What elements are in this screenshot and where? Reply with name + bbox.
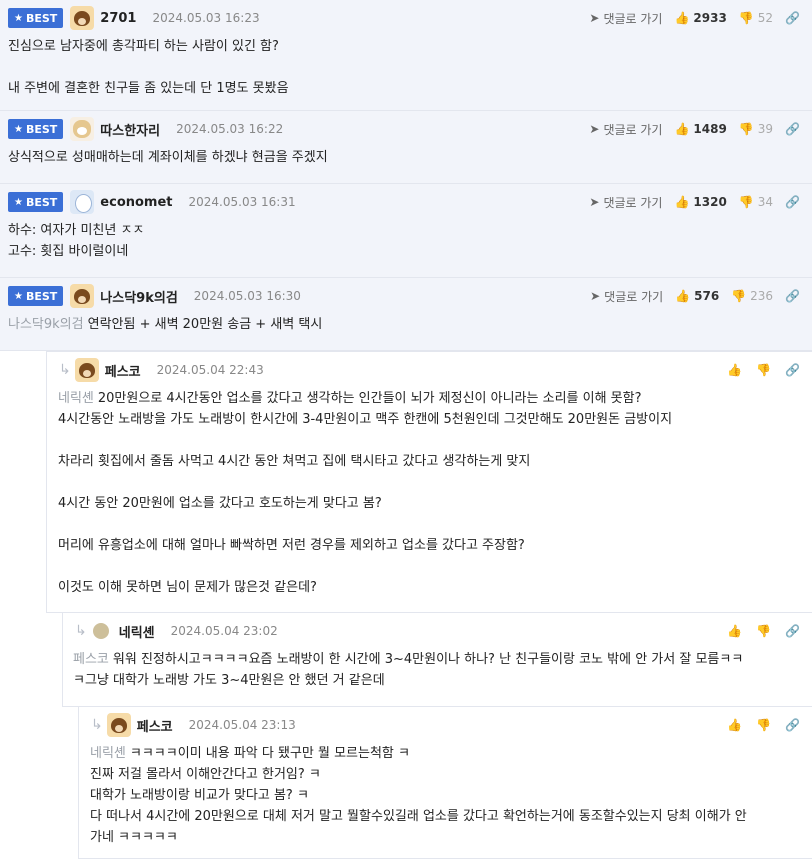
link-icon[interactable]: 🔗	[785, 289, 800, 303]
reply-comment: ↳ 네릭셴 2024.05.04 23:02 👍 👎 🔗 페스코 워워 진정하시고…	[62, 613, 812, 707]
best-comment: ★ BEST 따스한자리 2024.05.03 16:22 ➤ 댓글로 가기 👍 14…	[0, 111, 812, 184]
comment-date: 2024.05.04 23:02	[170, 624, 278, 638]
comment-body: 페스코 워워 진정하시고ㅋㅋㅋㅋ요즘 노래방이 한 시간에 3~4만원이나 하나?…	[73, 652, 744, 688]
link-icon[interactable]: 🔗	[785, 122, 800, 136]
go-to-reply-button[interactable]: ➤ 댓글로 가기	[590, 288, 663, 305]
comment-date: 2024.05.03 16:31	[188, 195, 296, 209]
comment-date: 2024.05.03 16:30	[193, 289, 301, 303]
best-badge: ★ BEST	[8, 8, 64, 28]
thumbs-down-icon[interactable]: 👎	[756, 624, 771, 638]
nickname[interactable]: 페스코	[105, 361, 141, 380]
thumbs-down-icon[interactable]: 👎	[756, 718, 771, 732]
comment-body: 하수: 여자가 미친년 ㅈㅈ 고수: 횟집 바이럴이네	[8, 223, 145, 259]
thumbs-down-icon[interactable]: 👎	[756, 363, 771, 377]
reply-arrow-icon: ↳	[91, 717, 103, 733]
comment-date: 2024.05.03 16:23	[152, 11, 260, 25]
star-icon: ★	[14, 196, 23, 208]
arrow-icon: ➤	[589, 195, 600, 209]
reply-comment: ↳ 페스코 2024.05.04 23:13 👍 👎 🔗 네릭셴 ㅋㅋㅋㅋ이미 내…	[78, 707, 812, 859]
thumbs-up-icon[interactable]: 👍	[727, 624, 742, 638]
downvote-count: 52	[757, 11, 774, 25]
avatar[interactable]	[70, 117, 95, 141]
best-comment: ★ BEST economet 2024.05.03 16:31 ➤ 댓글로 가기 …	[0, 184, 812, 278]
avatar[interactable]	[92, 623, 109, 639]
star-icon: ★	[14, 123, 23, 135]
mention[interactable]: 페스코	[73, 652, 109, 667]
downvote-count: 34	[757, 195, 774, 209]
thumbs-down-icon[interactable]: 👎	[739, 122, 754, 136]
downvote-count: 236	[750, 289, 774, 303]
mention[interactable]: 네릭셴	[58, 391, 94, 406]
arrow-icon: ➤	[590, 289, 601, 303]
comment-body: 나스닥9k의검 연락안됨 + 새벽 20만원 송금 + 새벽 택시	[8, 317, 323, 332]
comment-body: 진심으로 남자중에 총각파티 하는 사람이 있긴 함? 내 주변에 결혼한 친구…	[8, 39, 289, 96]
nickname[interactable]: 따스한자리	[100, 120, 160, 139]
nickname[interactable]: 나스닥9k의검	[100, 287, 178, 306]
reply-arrow-icon: ↳	[75, 623, 87, 639]
thumbs-up-icon[interactable]: 👍	[727, 363, 742, 377]
mention[interactable]: 네릭셴	[90, 746, 126, 761]
link-icon[interactable]: 🔗	[785, 195, 800, 209]
go-to-reply-button[interactable]: ➤ 댓글로 가기	[589, 121, 662, 138]
upvote-count: 1489	[693, 122, 727, 136]
thumbs-up-icon[interactable]: 👍	[675, 289, 690, 303]
best-comment: ★ BEST 나스닥9k의검 2024.05.03 16:30 ➤ 댓글로 가기 👍…	[0, 278, 812, 351]
avatar[interactable]	[70, 284, 95, 308]
avatar[interactable]	[106, 713, 131, 737]
star-icon: ★	[14, 12, 23, 24]
thumbs-up-icon[interactable]: 👍	[727, 718, 742, 732]
mention[interactable]: 나스닥9k의검	[8, 317, 84, 332]
nickname[interactable]: economet	[100, 195, 172, 210]
thumbs-up-icon[interactable]: 👍	[674, 11, 689, 25]
upvote-count: 1320	[693, 195, 727, 209]
avatar[interactable]	[70, 190, 95, 214]
link-icon[interactable]: 🔗	[785, 624, 800, 638]
comment-date: 2024.05.04 23:13	[188, 718, 296, 732]
link-icon[interactable]: 🔗	[785, 363, 800, 377]
thumbs-up-icon[interactable]: 👍	[674, 122, 689, 136]
upvote-count: 576	[694, 289, 720, 303]
reply-comment: ↳ 페스코 2024.05.04 22:43 👍 👎 🔗 네릭셴 20만원으로 4…	[46, 351, 812, 613]
comment-body: 네릭셴 20만원으로 4시간동안 업소를 갔다고 생각하는 인간들이 뇌가 제정신…	[58, 391, 673, 595]
upvote-count: 2933	[693, 11, 727, 25]
thumbs-up-icon[interactable]: 👍	[674, 195, 689, 209]
comment-date: 2024.05.03 16:22	[176, 122, 284, 136]
best-comment: ★ BEST 2701 2024.05.03 16:23 ➤ 댓글로 가기 👍 293…	[0, 0, 812, 111]
arrow-icon: ➤	[589, 122, 600, 136]
downvote-count: 39	[757, 122, 774, 136]
comment-date: 2024.05.04 22:43	[156, 363, 264, 377]
best-badge: ★ BEST	[8, 119, 64, 139]
star-icon: ★	[14, 290, 23, 302]
thumbs-down-icon[interactable]: 👎	[739, 195, 754, 209]
arrow-icon: ➤	[589, 11, 600, 25]
avatar[interactable]	[74, 358, 99, 382]
best-badge: ★ BEST	[8, 192, 64, 212]
nickname[interactable]: 네릭셴	[119, 622, 155, 641]
reply-arrow-icon: ↳	[59, 362, 71, 378]
link-icon[interactable]: 🔗	[785, 718, 800, 732]
thumbs-down-icon[interactable]: 👎	[731, 289, 746, 303]
nickname[interactable]: 페스코	[137, 716, 173, 735]
thumbs-down-icon[interactable]: 👎	[739, 11, 754, 25]
avatar[interactable]	[70, 6, 95, 30]
go-to-reply-button[interactable]: ➤ 댓글로 가기	[589, 194, 662, 211]
nickname[interactable]: 2701	[100, 11, 136, 26]
comment-body: 네릭셴 ㅋㅋㅋㅋ이미 내용 파악 다 됐구만 뭘 모르는척함 ㅋ 진짜 저걸 몰라…	[90, 746, 747, 845]
link-icon[interactable]: 🔗	[785, 11, 800, 25]
comment-body: 상식적으로 성매매하는데 계좌이체를 하겠냐 현금을 주겠지	[8, 150, 328, 165]
best-badge: ★ BEST	[8, 286, 64, 306]
go-to-reply-button[interactable]: ➤ 댓글로 가기	[589, 10, 662, 27]
